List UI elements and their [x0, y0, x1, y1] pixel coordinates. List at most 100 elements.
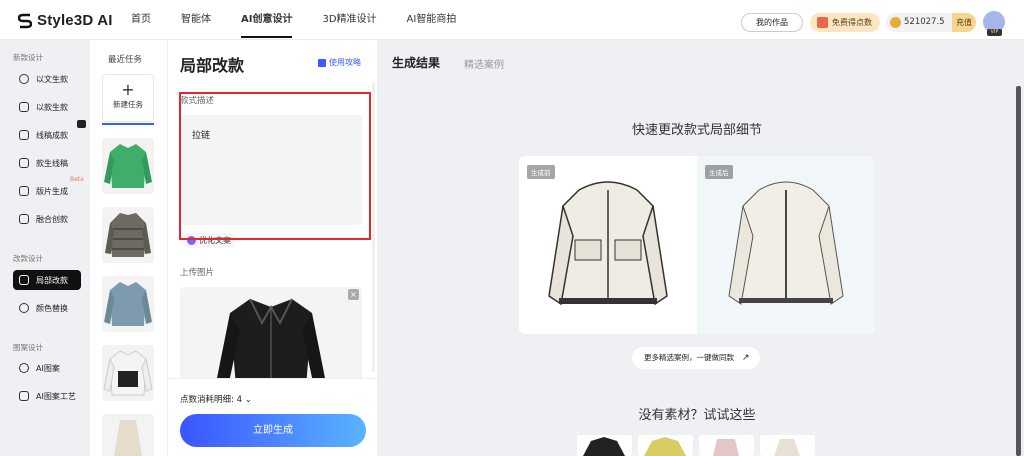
sample-image[interactable]	[638, 435, 693, 456]
credit-balance: 521027.5 充值	[886, 13, 976, 32]
usage-guide-link[interactable]: 使用攻略	[318, 57, 361, 68]
sidebar-item-label: 局部改款	[36, 275, 68, 285]
optimize-copy-button[interactable]: 优化文案	[182, 233, 236, 248]
white-blouse-image	[103, 350, 153, 396]
balance-value: 521027.5	[904, 17, 945, 27]
tab-results[interactable]: 生成结果	[392, 54, 440, 71]
yellow-blazer-sample-image	[644, 437, 686, 456]
green-sweater-image	[104, 144, 152, 188]
edit-shirt-icon	[19, 275, 29, 285]
sidebar-item-sketch-to-style[interactable]: 线稿成款	[13, 125, 81, 145]
new-task-button[interactable]: + 新建任务	[102, 74, 154, 122]
logo-mark-icon	[18, 13, 32, 28]
shirt-icon	[19, 130, 29, 140]
generate-button[interactable]: 立即生成	[180, 414, 366, 447]
edit-panel: 局部改款 使用攻略 款式描述 拉链 优化文案 上传图片 × 点数消耗明细: 4 …	[168, 40, 377, 456]
sample-image[interactable]	[577, 435, 632, 456]
sidebar-item-label: 款生线稿	[36, 158, 68, 168]
gift-icon	[817, 17, 828, 28]
upload-image-label: 上传图片	[180, 268, 215, 278]
task-thumbnail[interactable]	[102, 345, 154, 401]
image-icon	[19, 102, 29, 112]
shirt-outline-icon	[19, 158, 29, 168]
group-new-design: 新款设计	[13, 53, 43, 62]
pattern-icon	[19, 186, 29, 196]
sidebar-item-style-to-style[interactable]: 以款生款	[13, 97, 81, 117]
coin-icon	[890, 17, 901, 28]
sample-image[interactable]	[699, 435, 754, 456]
sidebar-item-style-to-sketch[interactable]: 款生线稿	[13, 153, 81, 173]
more-cases-button[interactable]: 更多精选案例，一键做同款 ↗	[632, 347, 760, 369]
sidebar-item-pattern-gen[interactable]: 版片生成	[13, 181, 81, 201]
sidebar-item-label: 以文生款	[36, 74, 68, 84]
sidebar-item-label: 融合创款	[36, 214, 68, 224]
before-tag: 生成前	[527, 165, 555, 179]
palette-icon	[19, 303, 29, 313]
credit-cost-dropdown[interactable]: 点数消耗明细: 4 ⌄	[180, 393, 252, 405]
sidebar-item-label: AI图案工艺	[36, 391, 76, 401]
sidebar-item-local-modify[interactable]: 局部改款	[13, 270, 81, 290]
nav-3d-design[interactable]: 3D精准设计	[322, 0, 376, 40]
style-description-label: 款式描述	[180, 96, 215, 106]
sidebar-item-ai-print[interactable]: AI图案	[13, 358, 81, 378]
magic-icon	[187, 236, 196, 245]
book-icon	[318, 58, 326, 67]
task-thumbnail[interactable]	[102, 207, 154, 263]
main-nav: 首页 智能体 AI创意设计 3D精准设计 AI智能商拍	[131, 0, 486, 40]
sidebar: 新款设计 以文生款 以款生款 线稿成款 款生线稿 版片生成 Beta 融合创款 …	[0, 40, 90, 456]
grid-icon	[19, 391, 29, 401]
usage-guide-label: 使用攻略	[329, 58, 361, 67]
fusion-icon	[19, 214, 29, 224]
before-image: 生成前	[519, 156, 697, 334]
sidebar-item-label: 版片生成	[36, 186, 68, 196]
main-scrollbar[interactable]	[1016, 86, 1021, 456]
my-works-button[interactable]: 我的作品	[741, 13, 803, 32]
tab-featured-cases[interactable]: 精选案例	[464, 56, 504, 71]
after-tag: 生成后	[705, 165, 733, 179]
beta-badge: Beta	[70, 176, 84, 183]
black-jacket-image	[216, 298, 326, 387]
style-description-value: 拉链	[192, 131, 211, 141]
new-task-label: 新建任务	[113, 100, 143, 109]
puffer-jacket-image	[105, 213, 151, 257]
nav-home[interactable]: 首页	[131, 0, 151, 40]
section-heading: 快速更改款式局部细节	[631, 123, 762, 138]
sidebar-item-color-replace[interactable]: 颜色替换	[13, 298, 81, 318]
sidebar-item-ai-print-craft[interactable]: AI图案工艺	[13, 386, 81, 406]
sidebar-item-label: 线稿成款	[36, 130, 68, 140]
group-modify-design: 改款设计	[13, 254, 43, 263]
more-cases-label: 更多精选案例，一键做同款	[644, 353, 734, 362]
sidebar-item-fusion[interactable]: 融合创款	[13, 209, 81, 229]
brand-logo[interactable]: Style3D AI	[18, 12, 113, 29]
credit-cost-label: 点数消耗明细: 4	[180, 395, 242, 405]
arrow-up-right-icon: ↗	[742, 353, 750, 363]
free-credits-button[interactable]: 免费得点数	[810, 13, 880, 32]
beige-skirt-sample-image	[774, 439, 800, 456]
vip-badge: VIP	[987, 29, 1002, 36]
task-thumbnail[interactable]	[102, 276, 154, 332]
page-title: 局部改款	[180, 56, 245, 75]
task-thumbnail[interactable]	[102, 414, 154, 456]
sample-image[interactable]	[760, 435, 815, 456]
task-thumbnail[interactable]	[102, 138, 154, 194]
free-credits-label: 免费得点数	[832, 18, 872, 27]
nav-agent[interactable]: 智能体	[181, 0, 211, 40]
jacket-after-image	[728, 181, 844, 305]
sketch-badge-icon	[77, 120, 86, 128]
plus-icon: +	[121, 80, 135, 99]
sidebar-item-text-to-style[interactable]: 以文生款	[13, 69, 81, 89]
no-material-heading: 没有素材？试试这些	[638, 408, 756, 423]
style-description-input[interactable]: 拉链	[180, 115, 362, 225]
jacket-before-image	[548, 181, 668, 306]
uploaded-image[interactable]	[180, 287, 362, 387]
nav-ai-photoshoot[interactable]: AI智能商拍	[407, 0, 457, 40]
nav-ai-creative-design[interactable]: AI创意设计	[241, 0, 293, 40]
panel-footer: 点数消耗明细: 4 ⌄ 立即生成	[168, 378, 377, 456]
panel-scrollbar[interactable]	[372, 82, 375, 372]
brand-name: Style3D AI	[37, 12, 113, 29]
remove-image-button[interactable]: ×	[348, 289, 359, 300]
black-jacket-sample-image	[583, 437, 625, 456]
recharge-button[interactable]: 充值	[952, 13, 976, 32]
sidebar-item-label: 以款生款	[36, 102, 68, 112]
skirt-image	[114, 420, 142, 456]
